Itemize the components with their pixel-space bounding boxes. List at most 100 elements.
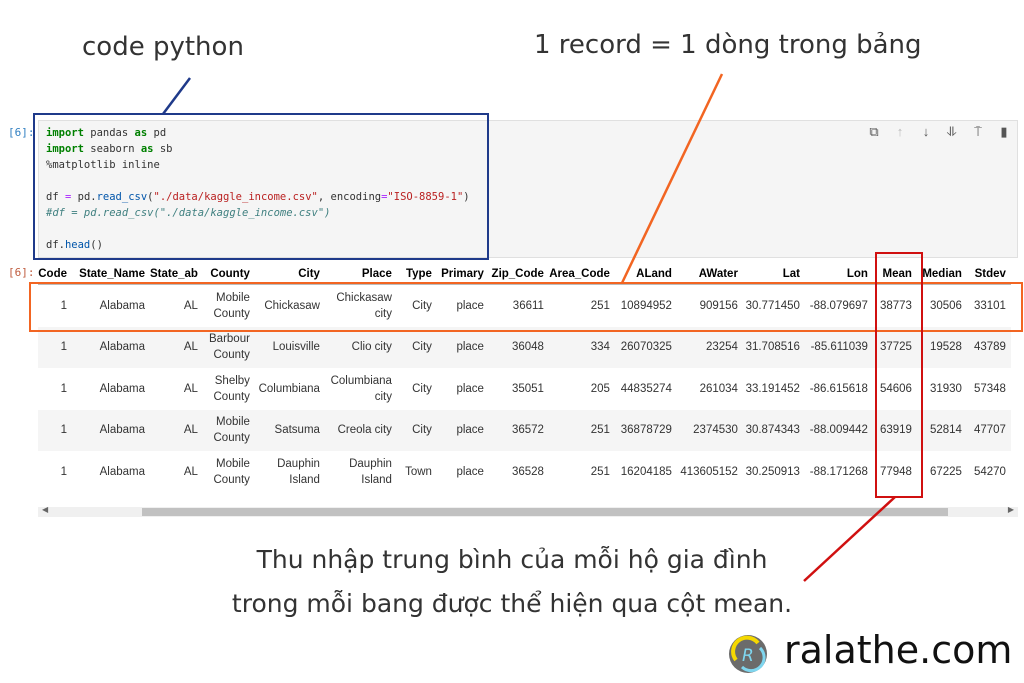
code-line: import pandas as pd	[46, 127, 167, 139]
cell-primary: place	[456, 299, 484, 312]
cell-median: 67225	[929, 465, 962, 478]
code-line: import seaborn as sb	[46, 143, 173, 155]
mean-note-line-2: trong mỗi bang được thể hiện qua cột mea…	[231, 589, 793, 618]
cell-aland: 10894952	[620, 299, 672, 312]
cell-mean: 54606	[879, 382, 912, 395]
cell-state-ab: AL	[183, 465, 198, 478]
ralathe-logo-icon: R	[729, 635, 767, 673]
cell-type: City	[396, 409, 437, 451]
cell-awater: 261034	[699, 382, 738, 395]
table-header-row: Code State_Name State_ab County City Place Typ…	[38, 264, 1011, 285]
table-row: 1 Alabama AL Mobile County Dauphin Island Dau…	[38, 451, 1011, 493]
cell-place: Columbiana city	[330, 374, 392, 403]
column-header-state-ab: State_ab	[150, 264, 203, 285]
cell-aland: 36878729	[614, 409, 677, 451]
move-down-icon[interactable]: ↓	[918, 124, 934, 140]
code-python-annotation: code python	[82, 32, 244, 62]
cell-state-name: Alabama	[72, 409, 150, 451]
input-prompt: [6]:	[8, 126, 35, 139]
table-row: 1 Alabama AL Mobile County Chickasaw Chickasa…	[38, 285, 1011, 327]
cell-city: Louisville	[254, 326, 325, 368]
insert-below-icon[interactable]: ⥥	[944, 124, 960, 140]
output-prompt: [6]:	[8, 266, 35, 279]
cell-county: Mobile County	[202, 409, 255, 451]
column-header-lat: Lat	[742, 264, 805, 285]
horizontal-scrollbar[interactable]: ◀ ▶	[38, 505, 1018, 517]
mean-note-line-1: Thu nhập trung bình của mỗi hộ gia đình	[256, 545, 768, 574]
table-row: 1 Alabama AL Mobile County Satsuma Creola cit…	[38, 409, 1011, 451]
cell-state-name: Alabama	[99, 465, 145, 478]
dataframe-table: Code State_Name State_ab County City Place Typ…	[38, 264, 1011, 493]
column-header-code: Code	[38, 264, 72, 285]
cell-stdev: 57348	[973, 382, 1006, 395]
scrollbar-thumb[interactable]	[142, 508, 948, 516]
cell-median: 31930	[929, 382, 962, 395]
cell-lon: -88.171268	[809, 465, 868, 478]
cell-place: Chickasaw city	[336, 291, 392, 320]
cell-stdev: 43789	[966, 326, 1011, 368]
cell-area-code: 251	[590, 465, 610, 478]
cell-zip-code: 36611	[512, 299, 544, 312]
cell-type: Town	[405, 465, 432, 478]
cell-state-name: Alabama	[99, 299, 145, 312]
code-line: #df = pd.read_csv("./data/kaggle_income.…	[46, 207, 331, 219]
cell-aland: 16204185	[620, 465, 672, 478]
cell-county: Mobile County	[213, 457, 250, 486]
cell-median: 19528	[916, 326, 967, 368]
cell-aland: 26070325	[614, 326, 677, 368]
scroll-left-icon[interactable]: ◀	[42, 505, 48, 514]
code-line: %matplotlib inline	[46, 159, 160, 171]
cell-lat: 31.708516	[742, 326, 805, 368]
cell-lat: 30.250913	[745, 465, 800, 478]
cell-county: Mobile County	[213, 291, 250, 320]
column-header-zip-code: Zip_Code	[488, 264, 549, 285]
code-editor[interactable]: import pandas as pd import seaborn as sb…	[46, 125, 470, 253]
cell-area-code: 251	[590, 299, 610, 312]
column-header-type: Type	[396, 264, 437, 285]
column-header-county: County	[202, 264, 255, 285]
table-body: 1 Alabama AL Mobile County Chickasaw Chickasa…	[38, 285, 1011, 493]
move-up-icon[interactable]: ↑	[892, 124, 908, 140]
cell-lat: 30.874343	[742, 409, 805, 451]
cell-zip-code: 36572	[488, 409, 549, 451]
insert-above-icon[interactable]: ⍑	[970, 124, 986, 140]
column-header-awater: AWater	[676, 264, 743, 285]
cell-primary: place	[456, 465, 484, 478]
cell-area-code: 205	[590, 382, 610, 395]
cell-lon: -85.611039	[804, 326, 873, 368]
column-header-lon: Lon	[804, 264, 873, 285]
delete-icon[interactable]: ▮	[996, 124, 1012, 140]
cell-toolbar: ⧉ ↑ ↓ ⥥ ⍑ ▮	[866, 124, 1012, 140]
cell-code: 1	[38, 409, 72, 451]
cell-mean: 37725	[872, 326, 917, 368]
cell-mean: 63919	[872, 409, 917, 451]
cell-zip-code: 35051	[511, 382, 544, 395]
cell-area-code: 251	[548, 409, 615, 451]
scroll-right-icon[interactable]: ▶	[1008, 505, 1014, 514]
column-header-median: Median	[916, 264, 967, 285]
cell-stdev: 54270	[973, 465, 1006, 478]
table-row: 1 Alabama AL Barbour County Louisville Clio c…	[38, 326, 1011, 368]
brand-name: ralathe.com	[784, 628, 1013, 672]
cell-aland: 44835274	[620, 382, 672, 395]
cell-state-ab: AL	[183, 382, 198, 395]
cell-area-code: 334	[548, 326, 615, 368]
code-line: df.head()	[46, 239, 103, 251]
copy-icon[interactable]: ⧉	[866, 124, 882, 140]
cell-zip-code: 36528	[511, 465, 544, 478]
cell-median: 52814	[916, 409, 967, 451]
cell-primary: place	[436, 409, 489, 451]
cell-primary: place	[456, 382, 484, 395]
cell-code: 1	[60, 299, 67, 312]
cell-awater: 23254	[676, 326, 743, 368]
record-annotation: 1 record = 1 dòng trong bảng	[534, 30, 922, 60]
cell-awater: 413605152	[680, 465, 738, 478]
column-header-place: Place	[324, 264, 397, 285]
cell-city: Dauphin Island	[277, 457, 320, 486]
cell-mean: 38773	[879, 299, 912, 312]
cell-stdev: 33101	[973, 299, 1006, 312]
cell-awater: 2374530	[676, 409, 743, 451]
cell-lon: -88.009442	[804, 409, 873, 451]
cell-awater: 909156	[699, 299, 738, 312]
cell-place: Clio city	[324, 326, 397, 368]
